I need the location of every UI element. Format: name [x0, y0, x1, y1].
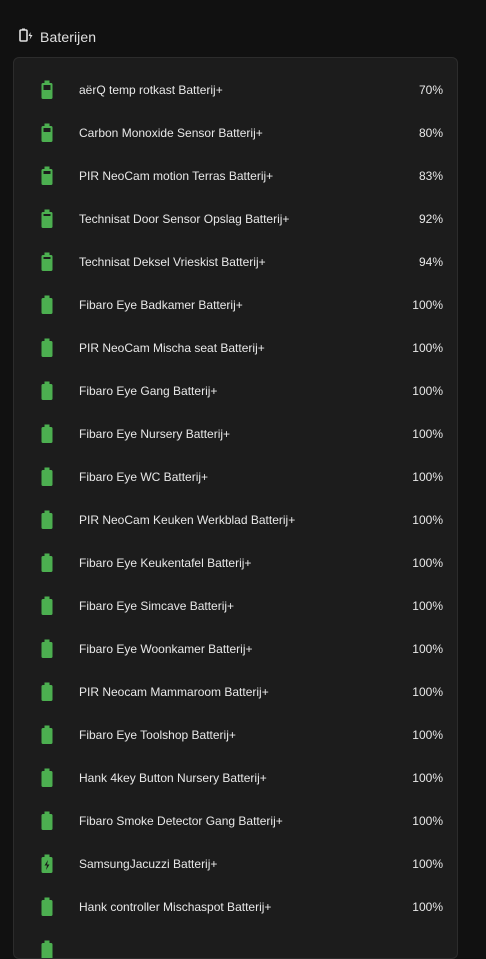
battery-level: 100% — [412, 556, 443, 570]
battery-icon — [40, 940, 54, 959]
battery-level: 100% — [412, 642, 443, 656]
battery-name: PIR NeoCam Mischa seat Batterij+ — [79, 341, 265, 355]
battery-row[interactable]: Fibaro Eye WC Batterij+ 100% — [14, 456, 457, 499]
battery-row[interactable]: Fibaro Eye Gang Batterij+ 100% — [14, 370, 457, 413]
battery-level: 100% — [412, 728, 443, 742]
battery-row[interactable]: Hank controller Mischaspot Batterij+ 100% — [14, 886, 457, 929]
battery-level: 100% — [412, 857, 443, 871]
battery-row[interactable]: Hank 4key Button Nursery Batterij+ 100% — [14, 757, 457, 800]
battery-icon — [40, 338, 54, 358]
battery-row[interactable]: PIR NeoCam Keuken Werkblad Batterij+ 100% — [14, 499, 457, 542]
battery-icon — [40, 725, 54, 745]
battery-name: Fibaro Eye Woonkamer Batterij+ — [79, 642, 253, 656]
battery-row[interactable]: SamsungJacuzzi Batterij+ 100% — [14, 843, 457, 886]
battery-name: Fibaro Eye WC Batterij+ — [79, 470, 208, 484]
battery-row[interactable]: Technisat Door Sensor Opslag Batterij+ 92… — [14, 198, 457, 241]
battery-name: Technisat Deksel Vrieskist Batterij+ — [79, 255, 266, 269]
battery-row[interactable]: PIR Neocam Mammaroom Batterij+ 100% — [14, 671, 457, 714]
battery-icon — [40, 553, 54, 573]
batteries-card: aërQ temp rotkast Batterij+ 70% Carbon Mon… — [13, 57, 458, 959]
battery-icon — [40, 768, 54, 788]
card-header: Baterijen — [18, 26, 96, 48]
battery-icon — [40, 467, 54, 487]
battery-name: Carbon Monoxide Sensor Batterij+ — [79, 126, 263, 140]
battery-icon — [40, 811, 54, 831]
battery-row[interactable]: aërQ temp rotkast Batterij+ 70% — [14, 69, 457, 112]
battery-name: SamsungJacuzzi Batterij+ — [79, 857, 217, 871]
battery-name: Fibaro Eye Nursery Batterij+ — [79, 427, 230, 441]
battery-row[interactable]: PIR NeoCam Mischa seat Batterij+ 100% — [14, 327, 457, 370]
battery-level: 100% — [412, 384, 443, 398]
battery-icon — [40, 295, 54, 315]
battery-row[interactable] — [14, 929, 457, 959]
battery-row[interactable]: Carbon Monoxide Sensor Batterij+ 80% — [14, 112, 457, 155]
battery-charging-icon — [18, 27, 34, 48]
battery-level: 100% — [412, 900, 443, 914]
battery-level: 100% — [412, 599, 443, 613]
battery-level: 70% — [419, 83, 443, 97]
battery-row[interactable]: PIR NeoCam motion Terras Batterij+ 83% — [14, 155, 457, 198]
battery-row[interactable]: Fibaro Eye Toolshop Batterij+ 100% — [14, 714, 457, 757]
battery-icon — [40, 510, 54, 530]
battery-name: Fibaro Eye Badkamer Batterij+ — [79, 298, 243, 312]
battery-level: 100% — [412, 470, 443, 484]
battery-level: 92% — [419, 212, 443, 226]
battery-row[interactable]: Fibaro Eye Woonkamer Batterij+ 100% — [14, 628, 457, 671]
battery-name: Technisat Door Sensor Opslag Batterij+ — [79, 212, 289, 226]
battery-row[interactable]: Fibaro Eye Badkamer Batterij+ 100% — [14, 284, 457, 327]
battery-level: 100% — [412, 427, 443, 441]
battery-name: Hank controller Mischaspot Batterij+ — [79, 900, 271, 914]
battery-name: aërQ temp rotkast Batterij+ — [79, 83, 223, 97]
battery-icon — [40, 80, 54, 100]
battery-name: Fibaro Eye Gang Batterij+ — [79, 384, 217, 398]
battery-name: Fibaro Eye Toolshop Batterij+ — [79, 728, 236, 742]
battery-icon — [40, 639, 54, 659]
battery-level: 100% — [412, 298, 443, 312]
battery-row[interactable]: Fibaro Eye Simcave Batterij+ 100% — [14, 585, 457, 628]
battery-name: PIR Neocam Mammaroom Batterij+ — [79, 685, 269, 699]
battery-icon — [40, 252, 54, 272]
battery-level: 100% — [412, 814, 443, 828]
battery-name: PIR NeoCam motion Terras Batterij+ — [79, 169, 273, 183]
battery-icon — [40, 682, 54, 702]
battery-icon — [40, 381, 54, 401]
battery-level: 83% — [419, 169, 443, 183]
battery-row[interactable]: Fibaro Eye Keukentafel Batterij+ 100% — [14, 542, 457, 585]
battery-level: 100% — [412, 341, 443, 355]
battery-icon — [40, 209, 54, 229]
battery-name: Fibaro Smoke Detector Gang Batterij+ — [79, 814, 283, 828]
battery-row[interactable]: Fibaro Smoke Detector Gang Batterij+ 100% — [14, 800, 457, 843]
battery-level: 100% — [412, 771, 443, 785]
card-title: Baterijen — [40, 29, 96, 45]
battery-name: PIR NeoCam Keuken Werkblad Batterij+ — [79, 513, 295, 527]
battery-name: Hank 4key Button Nursery Batterij+ — [79, 771, 267, 785]
battery-charging-icon — [40, 854, 54, 874]
battery-level: 100% — [412, 513, 443, 527]
battery-icon — [40, 424, 54, 444]
battery-icon — [40, 166, 54, 186]
battery-level: 100% — [412, 685, 443, 699]
battery-level: 80% — [419, 126, 443, 140]
battery-row[interactable]: Fibaro Eye Nursery Batterij+ 100% — [14, 413, 457, 456]
battery-icon — [40, 897, 54, 917]
battery-level: 94% — [419, 255, 443, 269]
battery-name: Fibaro Eye Simcave Batterij+ — [79, 599, 234, 613]
battery-icon — [40, 123, 54, 143]
battery-row[interactable]: Technisat Deksel Vrieskist Batterij+ 94% — [14, 241, 457, 284]
battery-name: Fibaro Eye Keukentafel Batterij+ — [79, 556, 251, 570]
battery-icon — [40, 596, 54, 616]
